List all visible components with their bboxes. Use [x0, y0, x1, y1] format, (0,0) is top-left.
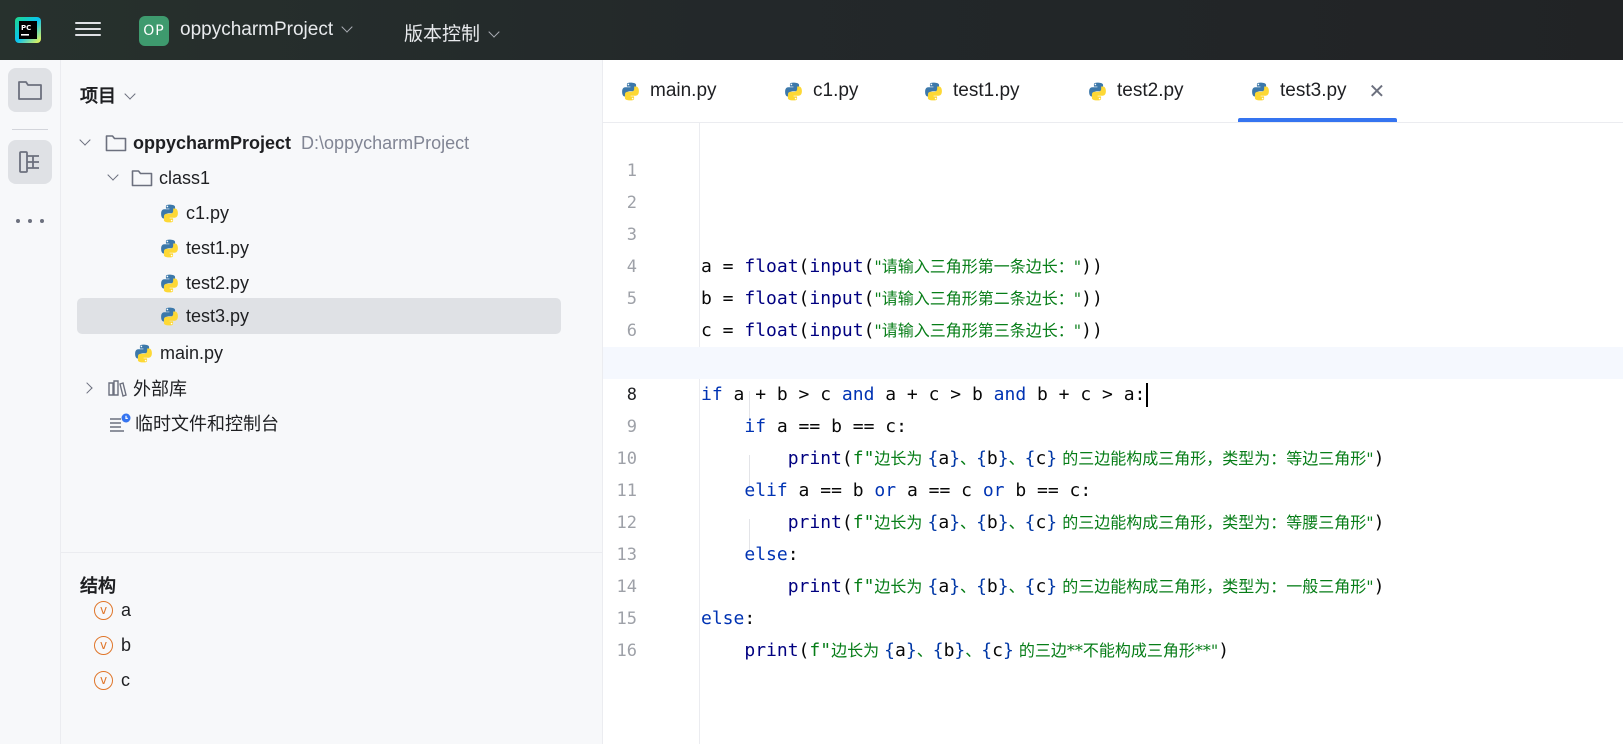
tab-test1-py[interactable]: test1.py: [923, 60, 1020, 122]
project-panel: 项目 oppycharmProject D:\oppycharmProject …: [61, 60, 603, 744]
code-line[interactable]: 10 print(f"边长为 {a}、{b}、{c} 的三边能构成三角形，类型为…: [603, 411, 1623, 469]
tab-c1-py[interactable]: c1.py: [783, 60, 858, 122]
chevron-down-icon: [124, 88, 136, 100]
code-line[interactable]: 15 else:: [603, 571, 1623, 629]
tree-file-main[interactable]: main.py: [133, 336, 223, 370]
library-icon: [108, 380, 127, 397]
tree-folder-class1[interactable]: class1: [107, 161, 211, 195]
scratches-label: 临时文件和控制台: [135, 414, 279, 434]
main-menu-button[interactable]: [75, 18, 101, 42]
line-number: 16: [616, 641, 637, 661]
project-switcher[interactable]: oppycharmProject: [180, 19, 353, 41]
python-file-icon: [783, 81, 804, 102]
code-line[interactable]: 13 else:: [603, 507, 1623, 565]
code-line[interactable]: 11 elif a == b or a == c or b == c:: [603, 443, 1623, 501]
python-file-icon: [159, 203, 180, 224]
external-libs-label: 外部库: [133, 379, 187, 399]
expand-arrow-icon[interactable]: [107, 169, 119, 181]
folder-icon: [18, 81, 42, 100]
expand-arrow-icon[interactable]: [79, 134, 91, 146]
tree-file-test1[interactable]: test1.py: [159, 231, 249, 265]
structure-item-b[interactable]: v b: [94, 630, 131, 660]
folder-name: class1: [159, 167, 211, 188]
tab-test2-py[interactable]: test2.py: [1087, 60, 1184, 122]
code-line[interactable]: 1: [603, 123, 1623, 181]
file-name: test2.py: [186, 272, 250, 293]
collapse-arrow-icon[interactable]: [81, 382, 93, 394]
tree-file-test2[interactable]: test2.py: [159, 266, 249, 300]
more-dots-icon: [16, 219, 20, 223]
code-line[interactable]: 7: [603, 315, 1623, 373]
structure-item-c[interactable]: v c: [94, 665, 130, 695]
svg-text:PC: PC: [21, 24, 31, 32]
pycharm-logo-icon[interactable]: PC: [15, 17, 41, 43]
close-icon[interactable]: ✕: [1369, 79, 1386, 104]
root-name: oppycharmProject: [133, 132, 292, 153]
variable-icon: v: [94, 670, 113, 690]
more-tools-button[interactable]: [16, 216, 44, 226]
tree-file-test3[interactable]: test3.py: [77, 298, 561, 334]
project-badge[interactable]: OP: [139, 16, 169, 46]
title-bar: PC OP oppycharmProject 版本控制: [0, 0, 1623, 60]
editor-tab-bar: main.py c1.py test1.py test2.py test3.py…: [603, 60, 1623, 123]
vcs-label: 版本控制: [404, 24, 481, 45]
code-line[interactable]: 5b = float(input("请输入三角形第二条边长：")): [603, 251, 1623, 309]
file-name: test1.py: [186, 237, 250, 258]
code-line[interactable]: 2: [603, 155, 1623, 213]
python-file-icon: [620, 81, 641, 102]
hamburger-menu-icon: [75, 22, 101, 24]
tree-file-c1[interactable]: c1.py: [159, 196, 229, 230]
file-name: c1.py: [186, 202, 230, 223]
project-name: oppycharmProject: [180, 19, 334, 40]
scratches-icon: [110, 413, 131, 432]
folder-icon: [131, 170, 153, 187]
python-file-icon: [159, 273, 180, 294]
project-panel-title[interactable]: 项目: [80, 82, 136, 108]
code-line[interactable]: 3: [603, 187, 1623, 245]
project-tool-button[interactable]: [8, 68, 52, 112]
chevron-down-icon: [488, 26, 500, 38]
chevron-down-icon: [341, 21, 353, 33]
tab-test3-py[interactable]: test3.py ✕: [1237, 60, 1398, 122]
code-editor[interactable]: 1 2 3 4a = float(input("请输入三角形第一条边长：")) …: [603, 123, 1623, 744]
root-path: D:\oppycharmProject: [301, 132, 470, 153]
strip-divider: [12, 129, 48, 130]
python-file-icon: [1250, 81, 1271, 102]
tab-main-py[interactable]: main.py: [620, 60, 717, 122]
file-name: main.py: [160, 342, 224, 363]
python-file-icon: [133, 343, 154, 364]
structure-item-a[interactable]: v a: [94, 595, 131, 625]
python-file-icon: [923, 81, 944, 102]
python-file-icon: [159, 306, 180, 327]
python-file-icon: [1087, 81, 1108, 102]
panel-divider: [61, 552, 602, 553]
tree-root-project[interactable]: oppycharmProject D:\oppycharmProject: [79, 126, 470, 160]
code-line-current[interactable]: 8 if a + b > c and a + c > b and b + c > …: [603, 347, 1623, 407]
code-line[interactable]: 6c = float(input("请输入三角形第三条边长：")): [603, 283, 1623, 341]
tree-external-libraries[interactable]: 外部库: [81, 371, 187, 405]
variable-icon: v: [94, 600, 113, 620]
file-name: test3.py: [186, 305, 250, 326]
code-line[interactable]: 14 print(f"边长为 {a}、{b}、{c} 的三边能构成三角形，类型为…: [603, 539, 1623, 597]
structure-tool-button[interactable]: [8, 140, 52, 184]
variable-icon: v: [94, 635, 113, 655]
code-line[interactable]: 4a = float(input("请输入三角形第一条边长：")): [603, 219, 1623, 277]
folder-icon: [105, 135, 127, 152]
python-file-icon: [159, 238, 180, 259]
tool-window-strip: [0, 60, 61, 744]
code-line[interactable]: 9 if a == b == c:: [603, 379, 1623, 437]
structure-icon: [19, 151, 39, 173]
code-line[interactable]: 12 print(f"边长为 {a}、{b}、{c} 的三边能构成三角形，类型为…: [603, 475, 1623, 533]
line-content: print(f"边长为 {a}、{b}、{c} 的三边**不能构成三角形**"): [744, 640, 1230, 661]
vcs-menu[interactable]: 版本控制: [404, 19, 500, 46]
code-line[interactable]: 16 print(f"边长为 {a}、{b}、{c} 的三边**不能构成三角形*…: [603, 603, 1623, 661]
tree-scratches[interactable]: 临时文件和控制台: [109, 406, 279, 440]
